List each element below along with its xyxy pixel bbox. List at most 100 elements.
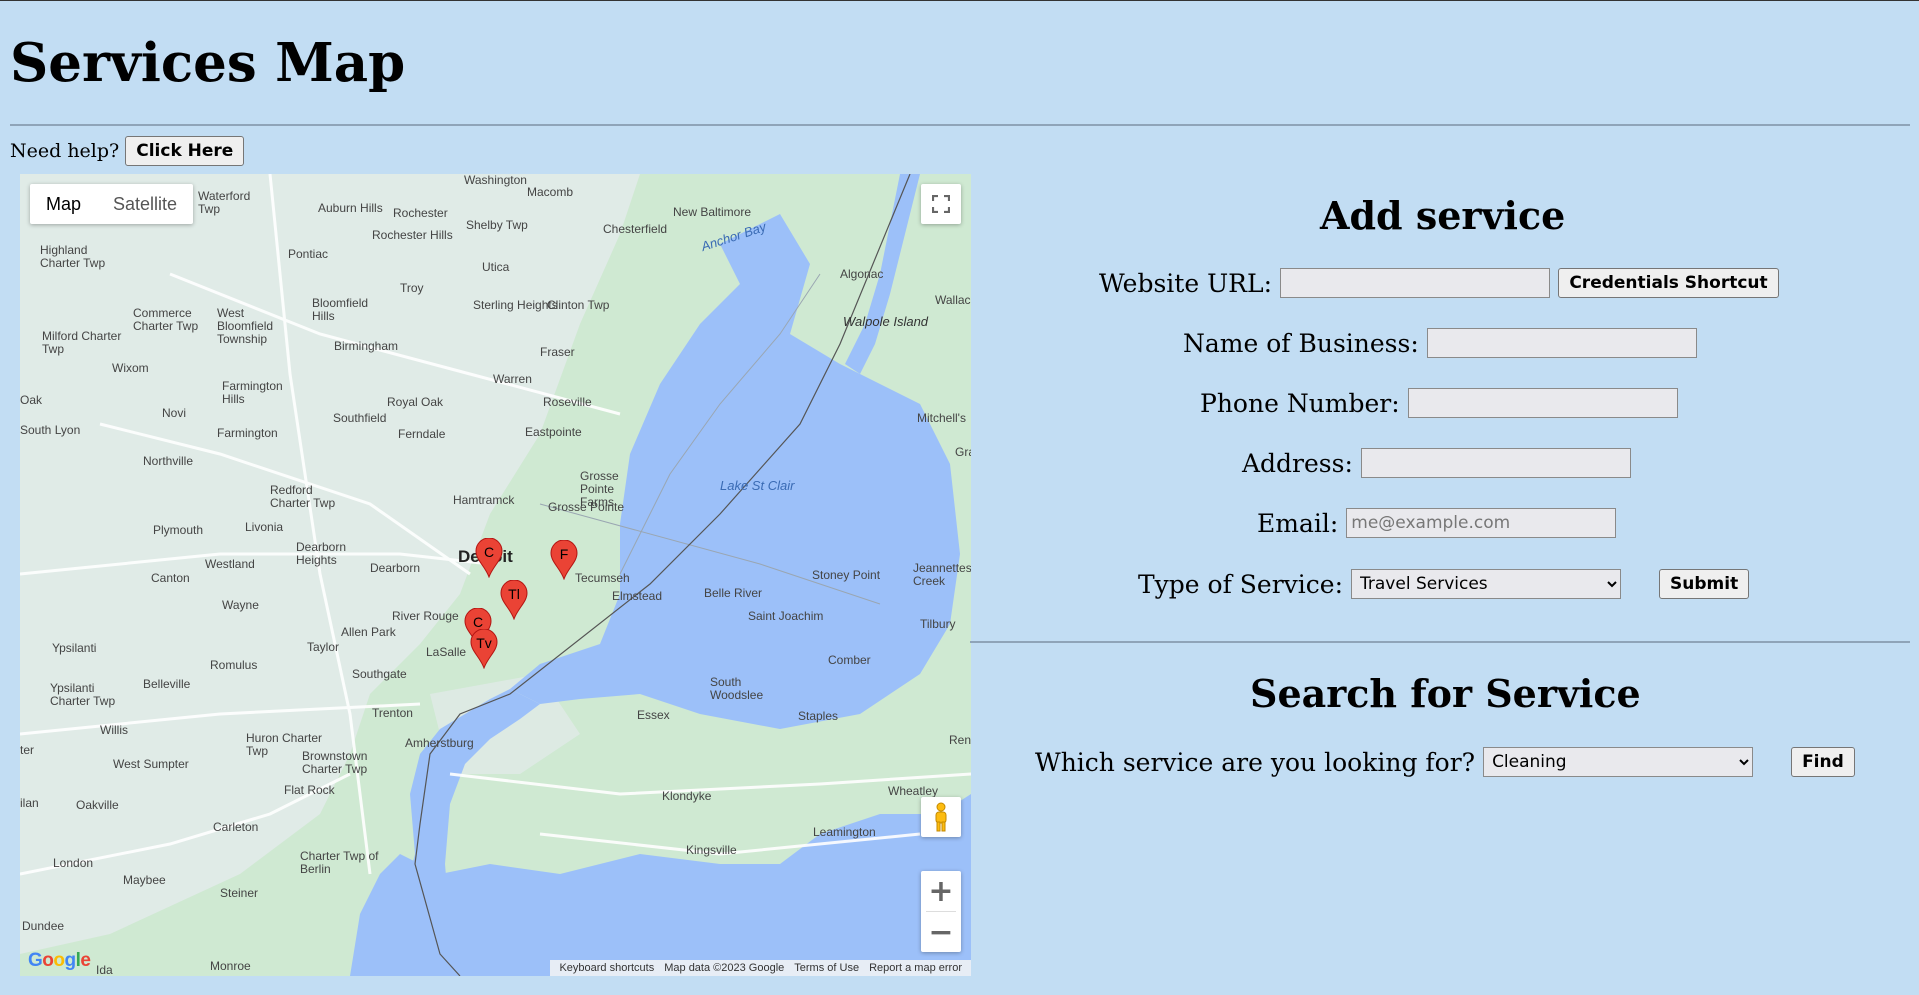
map-label: Commerce Charter Twp: [133, 306, 199, 333]
map-label: Westland: [205, 557, 255, 571]
terms-of-use-link[interactable]: Terms of Use: [794, 962, 859, 974]
map-label: Mitchell's: [917, 411, 966, 425]
map-label: Shelby Twp: [466, 218, 528, 232]
map-label: New Baltimore: [673, 205, 752, 219]
service-type-label: Type of Service:: [1138, 569, 1344, 599]
fullscreen-button[interactable]: [921, 184, 961, 224]
map-label: Willis: [100, 723, 128, 737]
map-label: Dearborn Heights: [296, 540, 347, 567]
map-label: Rochester: [393, 206, 448, 220]
map-label: Wixom: [112, 361, 149, 375]
map-label: Flat Rock: [284, 783, 335, 797]
map-label: Waterford Twp: [198, 189, 251, 216]
map-label: Ida: [96, 963, 113, 977]
website-label: Website URL:: [1099, 268, 1272, 298]
submit-button[interactable]: Submit: [1659, 569, 1750, 599]
map-label: Kingsville: [686, 843, 737, 857]
google-logo: Google: [28, 950, 91, 971]
top-divider: [10, 124, 1910, 126]
map-label: Saint Joachim: [748, 609, 824, 623]
map-label: South Woodslee: [710, 675, 764, 702]
map-label: London: [53, 856, 94, 870]
map-marker[interactable]: C: [475, 538, 503, 578]
phone-label: Phone Number:: [1200, 388, 1400, 418]
map-label: Walpole Island: [843, 314, 929, 329]
search-service-select[interactable]: Cleaning: [1483, 747, 1754, 777]
map-label: Carleton: [213, 820, 259, 834]
marker-label: Tl: [508, 586, 520, 602]
map-label: Chesterfield: [603, 222, 668, 236]
map-label: Southgate: [352, 667, 407, 681]
map-label: Warren: [493, 372, 532, 386]
map-label: West Sumpter: [113, 757, 189, 771]
map-label: ilan: [20, 796, 39, 810]
business-label: Name of Business:: [1183, 328, 1419, 358]
marker-label: Tv: [476, 635, 492, 651]
find-button[interactable]: Find: [1791, 747, 1855, 777]
map-label: Gra: [955, 445, 971, 459]
map-label: Macomb: [527, 185, 574, 199]
map-label: Milford Charter Twp: [42, 329, 122, 356]
map-label: Ren: [949, 733, 971, 747]
map-label: Grosse Pointe Farms: [580, 469, 619, 509]
map-label: Tilbury: [920, 617, 956, 631]
map-label: Redford Charter Twp: [270, 483, 336, 510]
map-label: Romulus: [210, 658, 258, 672]
map-label: Birmingham: [334, 339, 399, 353]
map-marker[interactable]: Tl: [500, 580, 528, 620]
map-label: Royal Oak: [387, 395, 444, 409]
map-label: Sterling Heights: [473, 298, 558, 312]
map-label: Ferndale: [398, 427, 446, 441]
map-label: Wallac: [935, 293, 971, 307]
map-label: Plymouth: [153, 523, 204, 537]
map-label: Clinton Twp: [547, 298, 610, 312]
map-label: Dearborn: [370, 561, 421, 575]
add-service-title: Add service: [1320, 193, 1566, 238]
service-type-select[interactable]: Travel Services: [1351, 569, 1622, 599]
credentials-shortcut-button[interactable]: Credentials Shortcut: [1558, 268, 1779, 298]
map-label: Troy: [400, 281, 424, 295]
phone-number-input[interactable]: [1407, 388, 1678, 418]
map-label: Maybee: [123, 873, 166, 887]
email-label: Email:: [1257, 508, 1339, 538]
map-label: Roseville: [543, 395, 592, 409]
map-label: Canton: [151, 571, 190, 585]
map-label: Klondyke: [662, 789, 712, 803]
street-view-pegman-button[interactable]: [921, 797, 961, 837]
map-label: Novi: [162, 406, 187, 420]
map-label: Bloomfield Hills: [312, 296, 369, 323]
zoom-out-button[interactable]: −: [921, 912, 961, 952]
keyboard-shortcuts-link[interactable]: Keyboard shortcuts: [559, 962, 654, 974]
zoom-in-button[interactable]: +: [921, 871, 961, 911]
map-label: Lake St Clair: [720, 478, 795, 493]
address-input[interactable]: [1360, 448, 1631, 478]
map[interactable]: Lake St Clair Anchor Bay Detroit Warren …: [20, 174, 971, 976]
map-label: Comber: [828, 653, 871, 667]
map-label: Oak: [20, 393, 43, 407]
report-map-error-link[interactable]: Report a map error: [869, 962, 962, 974]
map-label: LaSalle: [426, 645, 467, 659]
map-label: Belle River: [704, 586, 763, 600]
marker-label: C: [472, 614, 484, 630]
map-type-satellite-button[interactable]: Satellite: [97, 184, 193, 224]
map-label: Charter Twp of Berlin: [300, 849, 379, 876]
email-input[interactable]: [1346, 508, 1617, 538]
map-type-map-button[interactable]: Map: [30, 184, 97, 224]
search-row: Which service are you looking for? Clean…: [1035, 745, 1855, 779]
business-name-input[interactable]: [1426, 328, 1697, 358]
map-label: Pontiac: [288, 247, 329, 261]
map-marker[interactable]: Tv: [470, 629, 498, 669]
help-button[interactable]: Click Here: [125, 136, 245, 166]
help-row: Need help? Click Here: [10, 136, 245, 166]
search-service-title: Search for Service: [1250, 671, 1641, 716]
phone-row: Phone Number:: [1200, 386, 1678, 420]
marker-label: C: [483, 544, 495, 560]
map-label: Fraser: [540, 345, 575, 359]
map-label: Amherstburg: [405, 736, 474, 750]
map-label: Auburn Hills: [318, 201, 383, 215]
map-label: Belleville: [143, 677, 191, 691]
email-row: Email:: [1257, 506, 1617, 540]
map-label: Staples: [798, 709, 839, 723]
map-marker[interactable]: F: [550, 540, 578, 580]
website-url-input[interactable]: [1280, 268, 1550, 298]
